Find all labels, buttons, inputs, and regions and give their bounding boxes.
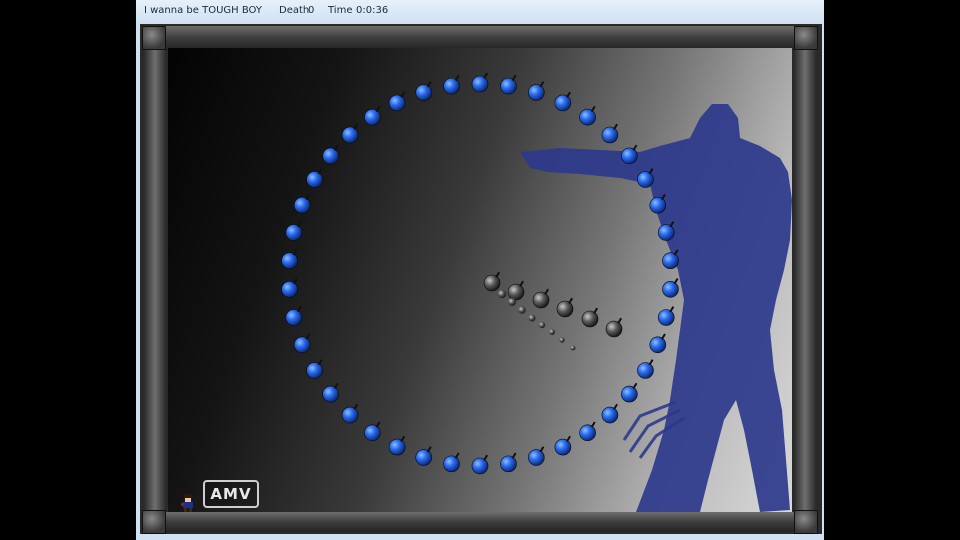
blue-bomb [443, 452, 460, 473]
gray-bomb [605, 317, 623, 338]
kid-cape [181, 503, 184, 506]
blue-bomb [500, 74, 517, 95]
blue-bomb [554, 435, 572, 456]
gray-bomb [581, 307, 599, 328]
blue-bomb [621, 144, 638, 165]
blue-bomb [415, 446, 433, 466]
gray-trail-dot [549, 329, 555, 335]
gray-bomb [507, 280, 525, 301]
kid-leg-left [184, 508, 187, 512]
kid-body [183, 502, 193, 508]
blue-bomb [293, 193, 311, 214]
blue-bomb [579, 105, 596, 126]
blue-bomb [649, 333, 667, 354]
blue-bomb [341, 403, 359, 424]
blue-bomb [341, 123, 359, 144]
blue-bomb [281, 277, 298, 298]
blue-bomb [527, 81, 545, 101]
blue-bomb [364, 105, 381, 126]
blue-bomb [601, 403, 619, 424]
bomb-layer [281, 72, 679, 475]
gray-trail-dot [518, 306, 526, 314]
blue-bomb [657, 221, 675, 241]
blue-bomb [285, 221, 303, 241]
blue-bomb [637, 359, 654, 379]
blue-bomb [306, 359, 323, 379]
blue-bomb [637, 168, 654, 188]
gray-bomb-line [483, 271, 623, 338]
gray-trail-dot [538, 321, 546, 329]
gray-trail-dot [508, 298, 516, 306]
blue-bomb [649, 193, 667, 214]
blue-bomb [527, 446, 545, 466]
gray-trail-dot [528, 314, 536, 322]
gray-trail-dot [559, 337, 565, 343]
kid-player [181, 494, 193, 512]
kid-leg-right [189, 508, 192, 512]
blue-bomb [388, 435, 406, 456]
blue-bomb [285, 306, 303, 326]
gray-bomb [532, 288, 550, 309]
blue-bomb [281, 249, 298, 270]
blue-bomb [621, 382, 638, 403]
blue-bomb [471, 72, 489, 93]
gray-trail-dot [570, 345, 576, 351]
blue-bomb-ring [281, 72, 679, 475]
amv-watermark: AMV [203, 480, 259, 508]
blue-bomb [415, 81, 433, 101]
blue-bomb [662, 249, 679, 270]
blue-bomb [388, 91, 406, 112]
gray-bomb [556, 297, 574, 318]
gray-trail-dot [497, 289, 507, 299]
blue-bomb [293, 333, 311, 354]
blue-bomb [443, 74, 460, 95]
blue-bomb [322, 144, 339, 165]
blue-bomb [471, 454, 489, 475]
blue-bomb [601, 123, 619, 144]
blue-bomb [662, 277, 679, 298]
gray-bomb [483, 271, 501, 292]
blue-bomb [554, 91, 572, 112]
blue-bomb [306, 168, 323, 188]
blue-bomb [500, 452, 517, 473]
kid-face [185, 498, 191, 502]
blue-bomb [579, 421, 596, 442]
blue-bomb [322, 382, 339, 403]
blue-bomb [364, 421, 381, 442]
blue-bomb [657, 306, 675, 326]
